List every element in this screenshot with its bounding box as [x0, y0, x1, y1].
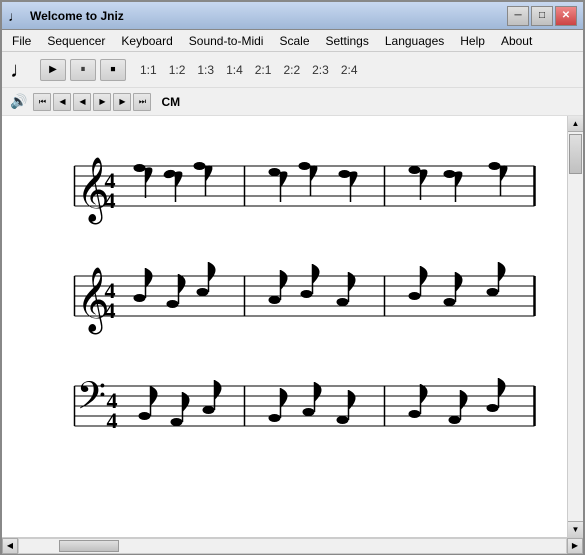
scroll-right-button[interactable]: ▶	[567, 538, 583, 554]
vertical-scrollbar[interactable]: ▲ ▼	[567, 116, 583, 537]
pos-1-4: 1:4	[226, 63, 243, 77]
position-display: 1:1 1:2 1:3 1:4 2:1 2:2 2:3 2:4	[140, 63, 358, 77]
score-panel: 𝄞 4 4	[2, 116, 583, 537]
horizontal-scrollbar[interactable]: ◀ ▶	[2, 537, 583, 553]
svg-text:4: 4	[105, 188, 116, 213]
staff-3-svg: 𝄢 4 4	[22, 356, 547, 446]
scroll-up-button[interactable]: ▲	[568, 116, 583, 132]
menu-bar: File Sequencer Keyboard Sound-to-Midi Sc…	[2, 30, 583, 52]
pos-2-4: 2:4	[341, 63, 358, 77]
scroll-track	[568, 132, 583, 521]
maximize-button[interactable]: □	[531, 6, 553, 26]
svg-text:4: 4	[107, 408, 118, 433]
nav-last-button[interactable]: ⏭	[133, 93, 151, 111]
play-button[interactable]: ▶	[40, 59, 66, 81]
transport-toolbar: ♩ ▶ ⏸ ⏹ 1:1 1:2 1:3 1:4 2:1 2:2 2:3 2:4	[2, 52, 583, 88]
menu-sound-to-midi[interactable]: Sound-to-Midi	[181, 32, 272, 50]
menu-settings[interactable]: Settings	[318, 32, 377, 50]
menu-about[interactable]: About	[493, 32, 540, 50]
pos-1-3: 1:3	[197, 63, 214, 77]
menu-languages[interactable]: Languages	[377, 32, 452, 50]
menu-file[interactable]: File	[4, 32, 39, 50]
pos-2-2: 2:2	[283, 63, 300, 77]
scroll-thumb[interactable]	[569, 134, 582, 174]
menu-scale[interactable]: Scale	[271, 32, 317, 50]
nav-first-button[interactable]: ⏮	[33, 93, 51, 111]
menu-keyboard[interactable]: Keyboard	[113, 32, 180, 50]
staff-2-svg: 𝄞 4 4	[22, 246, 547, 336]
window-controls: ─ □ ✕	[507, 6, 577, 26]
svg-text:𝄢: 𝄢	[77, 375, 107, 426]
scroll-down-button[interactable]: ▼	[568, 521, 583, 537]
volume-icon: 🔊	[10, 93, 27, 110]
window-title: Welcome to Jniz	[30, 9, 507, 23]
menu-sequencer[interactable]: Sequencer	[39, 32, 113, 50]
staff-1: 𝄞 4 4	[22, 136, 547, 226]
nav-prev-beat-button[interactable]: ◀	[73, 93, 91, 111]
staff-3: 𝄢 4 4	[22, 356, 547, 446]
pos-1-1: 1:1	[140, 63, 157, 77]
svg-text:4: 4	[105, 298, 116, 323]
nav-next-beat-button[interactable]: ▶	[93, 93, 111, 111]
staff-2: 𝄞 4 4	[22, 246, 547, 336]
scroll-h-thumb[interactable]	[59, 540, 119, 552]
stop-button[interactable]: ⏹	[100, 59, 126, 81]
minimize-button[interactable]: ─	[507, 6, 529, 26]
staff-1-svg: 𝄞 4 4	[22, 136, 547, 226]
navigation-toolbar: 🔊 ⏮ ◀ ◀ ▶ ▶ ⏭ CM	[2, 88, 583, 116]
title-bar: ♩ Welcome to Jniz ─ □ ✕	[2, 2, 583, 30]
key-display: CM	[161, 95, 180, 109]
close-button[interactable]: ✕	[555, 6, 577, 26]
pause-button[interactable]: ⏸	[70, 59, 96, 81]
score-area[interactable]: 𝄞 4 4	[2, 116, 567, 537]
scroll-h-track	[18, 538, 567, 554]
app-icon: ♩	[8, 8, 24, 24]
note-icon: ♩	[10, 57, 32, 83]
pos-2-3: 2:3	[312, 63, 329, 77]
scroll-left-button[interactable]: ◀	[2, 538, 18, 554]
menu-help[interactable]: Help	[452, 32, 493, 50]
nav-prev-measure-button[interactable]: ◀	[53, 93, 71, 111]
nav-next-measure-button[interactable]: ▶	[113, 93, 131, 111]
pos-2-1: 2:1	[255, 63, 272, 77]
main-window: ♩ Welcome to Jniz ─ □ ✕ File Sequencer K…	[0, 0, 585, 555]
pos-1-2: 1:2	[169, 63, 186, 77]
